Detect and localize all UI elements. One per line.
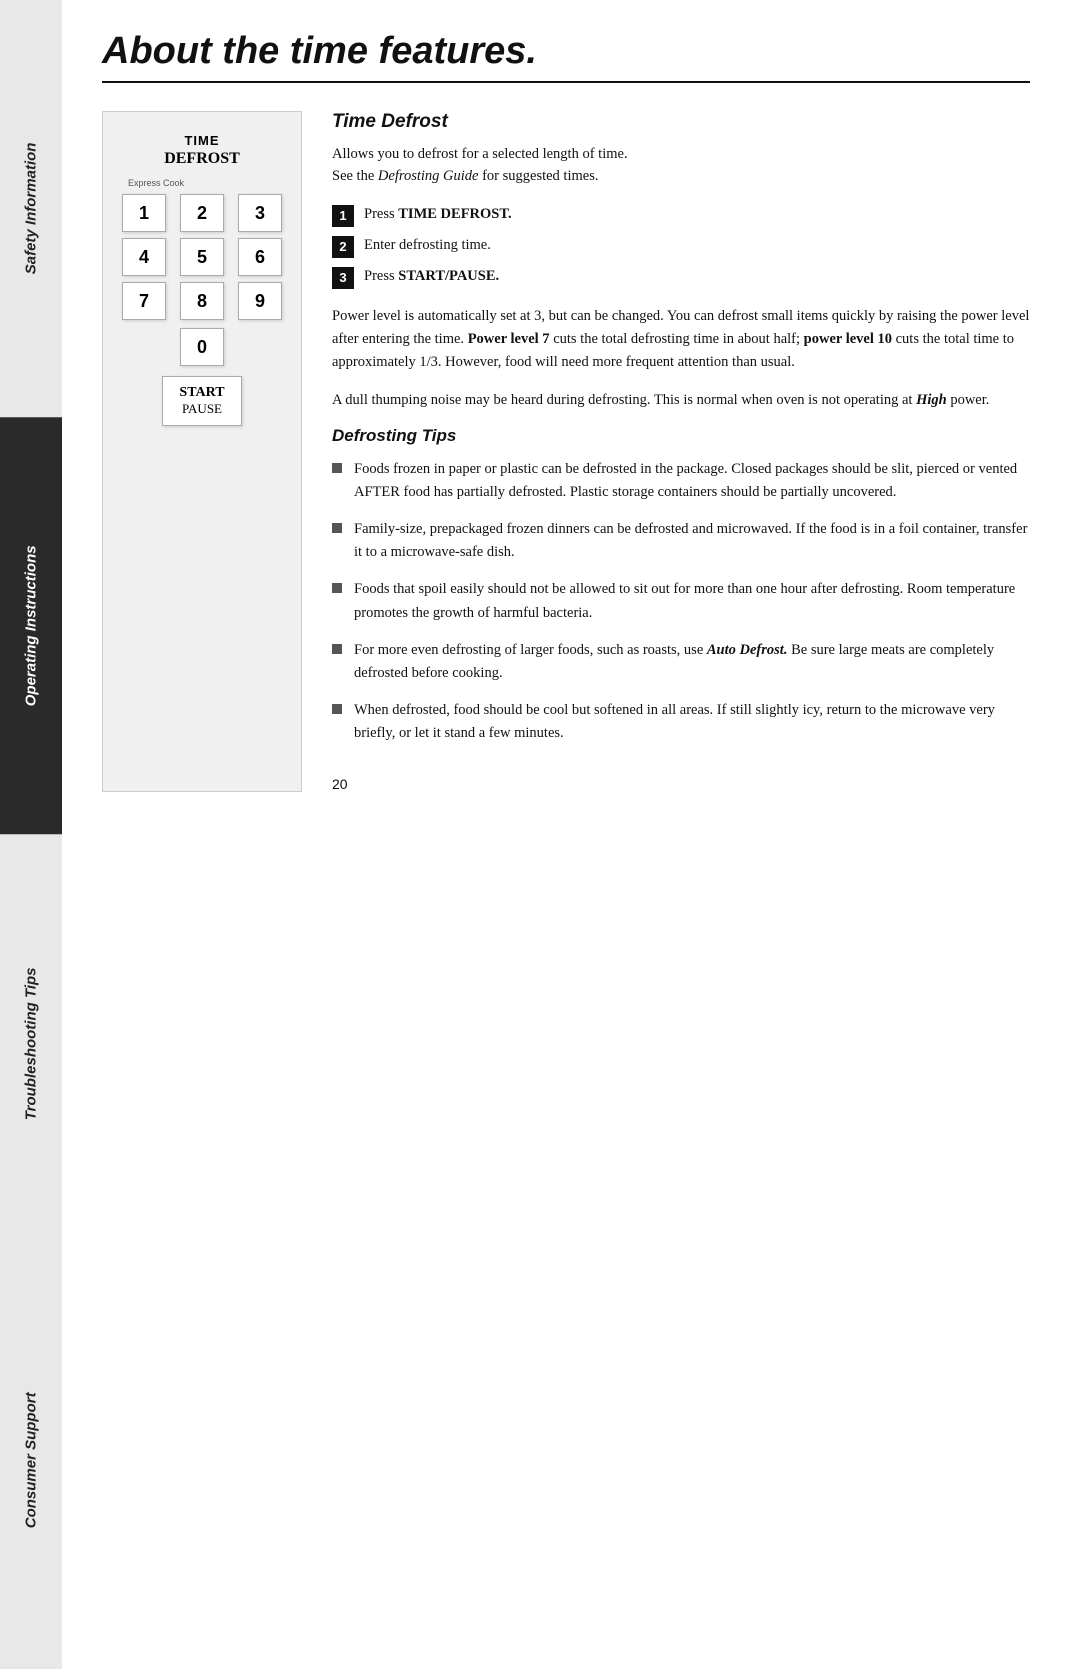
sidebar-item-troubleshooting[interactable]: Troubleshooting Tips xyxy=(0,835,62,1252)
list-item: For more even defrosting of larger foods… xyxy=(332,639,1030,685)
key-2[interactable]: 2 xyxy=(180,194,224,232)
key-8[interactable]: 8 xyxy=(180,282,224,320)
bullet-icon xyxy=(332,704,342,714)
list-item: When defrosted, food should be cool but … xyxy=(332,699,1030,745)
bullet-icon xyxy=(332,463,342,473)
time-defrost-heading: Time Defrost xyxy=(332,111,1030,133)
text-content: Time Defrost Allows you to defrost for a… xyxy=(332,111,1030,792)
step-2-number: 2 xyxy=(332,236,354,258)
step-1: 1 Press TIME DEFROST. xyxy=(332,204,1030,227)
main-content: About the time features. TIME DEFROST Ex… xyxy=(62,0,1080,1669)
defrosting-tips-heading: Defrosting Tips xyxy=(332,426,1030,446)
bullet-icon xyxy=(332,523,342,533)
step-1-number: 1 xyxy=(332,205,354,227)
keypad-label: TIME DEFROST xyxy=(164,132,240,168)
keypad-time-text: TIME xyxy=(184,133,219,148)
step-3-text: Press START/PAUSE. xyxy=(364,266,499,288)
list-item: Foods frozen in paper or plastic can be … xyxy=(332,458,1030,504)
key-0-row: 0 xyxy=(180,328,224,366)
defrosting-tips-list: Foods frozen in paper or plastic can be … xyxy=(332,458,1030,746)
steps-container: 1 Press TIME DEFROST. 2 Enter defrosting… xyxy=(332,204,1030,289)
express-cook-label: Express Cook xyxy=(128,178,184,188)
key-4[interactable]: 4 xyxy=(122,238,166,276)
key-5[interactable]: 5 xyxy=(180,238,224,276)
step-1-text: Press TIME DEFROST. xyxy=(364,204,512,226)
power-level-paragraph: Power level is automatically set at 3, b… xyxy=(332,305,1030,375)
thumping-paragraph: A dull thumping noise may be heard durin… xyxy=(332,389,1030,412)
sidebar-item-operating[interactable]: Operating Instructions xyxy=(0,417,62,834)
step-2-text: Enter defrosting time. xyxy=(364,235,491,257)
key-3[interactable]: 3 xyxy=(238,194,282,232)
sidebar-item-consumer[interactable]: Consumer Support xyxy=(0,1252,62,1669)
key-7[interactable]: 7 xyxy=(122,282,166,320)
sidebar-item-safety[interactable]: Safety Information xyxy=(0,0,62,417)
tip-5-text: When defrosted, food should be cool but … xyxy=(354,699,1030,745)
keypad-panel: TIME DEFROST Express Cook 1 2 3 4 5 6 7 … xyxy=(102,111,302,792)
key-1[interactable]: 1 xyxy=(122,194,166,232)
sidebar: Safety Information Operating Instruction… xyxy=(0,0,62,1669)
tip-1-text: Foods frozen in paper or plastic can be … xyxy=(354,458,1030,504)
keypad-grid: 1 2 3 4 5 6 7 8 9 xyxy=(118,194,286,320)
page-number: 20 xyxy=(332,776,1030,792)
intro-paragraph: Allows you to defrost for a selected len… xyxy=(332,143,1030,188)
title-divider xyxy=(102,81,1030,83)
key-6[interactable]: 6 xyxy=(238,238,282,276)
keypad-defrost-text: DEFROST xyxy=(164,150,240,167)
bullet-icon xyxy=(332,644,342,654)
key-9[interactable]: 9 xyxy=(238,282,282,320)
list-item: Family-size, prepackaged frozen dinners … xyxy=(332,518,1030,564)
key-0[interactable]: 0 xyxy=(180,328,224,366)
start-text: START xyxy=(163,385,241,401)
tip-3-text: Foods that spoil easily should not be al… xyxy=(354,578,1030,624)
content-area: TIME DEFROST Express Cook 1 2 3 4 5 6 7 … xyxy=(102,111,1030,792)
step-3-number: 3 xyxy=(332,267,354,289)
list-item: Foods that spoil easily should not be al… xyxy=(332,578,1030,624)
step-3: 3 Press START/PAUSE. xyxy=(332,266,1030,289)
bullet-icon xyxy=(332,583,342,593)
page-title: About the time features. xyxy=(102,30,1030,73)
tip-4-text: For more even defrosting of larger foods… xyxy=(354,639,1030,685)
tip-2-text: Family-size, prepackaged frozen dinners … xyxy=(354,518,1030,564)
step-2: 2 Enter defrosting time. xyxy=(332,235,1030,258)
start-pause-button[interactable]: START PAUSE xyxy=(162,376,242,426)
pause-text: PAUSE xyxy=(163,401,241,417)
